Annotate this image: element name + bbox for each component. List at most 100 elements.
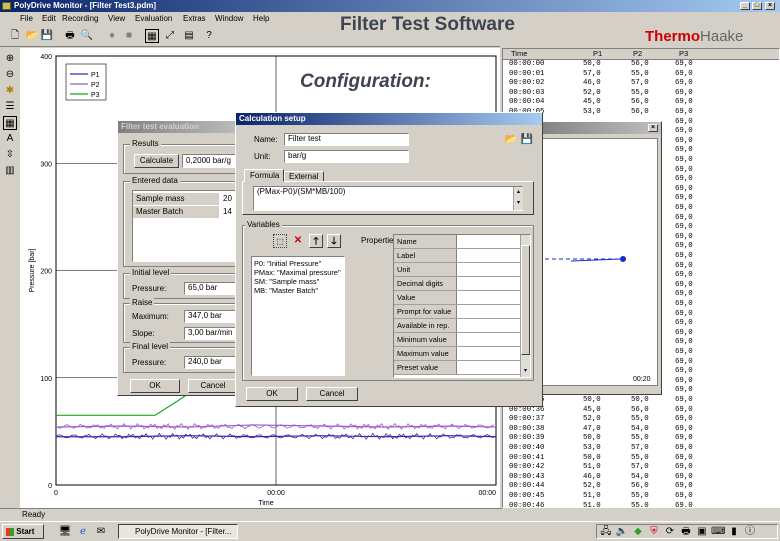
close-button[interactable]: × xyxy=(765,2,775,10)
eval-chart-close-button[interactable]: × xyxy=(648,124,658,132)
initial-pressure-field[interactable]: 65,0 bar xyxy=(184,282,239,295)
menu-window[interactable]: Window xyxy=(215,14,243,23)
final-pressure-field[interactable]: 240,0 bar xyxy=(184,356,239,369)
property-row[interactable]: Minimum value xyxy=(394,333,530,347)
menu-extras[interactable]: Extras xyxy=(183,14,206,23)
property-value[interactable] xyxy=(456,319,521,332)
table-row[interactable]: 00:00:00 50,0 56,0 69,0 xyxy=(503,60,773,70)
task-polydrive-button[interactable]: PolyDrive Monitor - [Filter... xyxy=(118,524,238,539)
zoom-out-icon[interactable]: ⊖ xyxy=(3,68,17,82)
property-row[interactable]: Unit xyxy=(394,263,530,277)
print-icon[interactable]: 🖶 xyxy=(63,29,77,43)
table-row[interactable]: 00:00:41 50,0 55,0 69,0 xyxy=(503,454,773,464)
property-row[interactable]: Available in rep. xyxy=(394,319,530,333)
save-formula-icon[interactable]: 💾 xyxy=(520,133,534,147)
table-row[interactable]: 00:00:01 57,0 55,0 69,0 xyxy=(503,70,773,80)
tray-battery-icon[interactable]: ▮ xyxy=(727,525,741,539)
tray-display-icon[interactable]: ▣ xyxy=(695,525,709,539)
axis-icon[interactable]: ▥ xyxy=(3,164,17,178)
quicklaunch-desktop-icon[interactable]: 🖥 xyxy=(58,525,72,539)
maximize-button[interactable]: □ xyxy=(752,2,762,10)
properties-scroll-thumb[interactable] xyxy=(521,245,530,355)
menu-evaluation[interactable]: Evaluation xyxy=(135,14,172,23)
property-value[interactable] xyxy=(456,235,521,248)
entered-row[interactable]: Sample mass 20 xyxy=(133,193,243,205)
table-row[interactable]: 00:00:3550,050,069,0 xyxy=(503,396,773,406)
table-row[interactable]: 00:00:36 45,0 56,0 69,0 xyxy=(503,406,773,416)
table-row[interactable]: 00:00:42 51,0 57,0 69,0 xyxy=(503,463,773,473)
marker-icon[interactable]: ✱ xyxy=(3,84,17,98)
property-row[interactable]: Prompt for value xyxy=(394,305,530,319)
list-icon[interactable]: ☰ xyxy=(3,100,17,114)
property-row[interactable]: Value xyxy=(394,291,530,305)
table-row[interactable]: 00:00:40 53,0 57,0 69,0 xyxy=(503,444,773,454)
formula-scrollbar[interactable]: ▴ ▾ xyxy=(513,187,523,210)
menu-edit[interactable]: Edit xyxy=(42,14,56,23)
calc-cancel-button[interactable]: Cancel xyxy=(306,387,358,401)
properties-scrollbar[interactable]: ▾ xyxy=(520,235,530,377)
property-value[interactable] xyxy=(456,347,521,360)
slope-field[interactable]: 3,00 bar/min xyxy=(184,327,239,340)
chart-view-icon[interactable]: ▦ xyxy=(145,29,159,43)
col-p1[interactable]: P1 xyxy=(593,49,602,58)
property-row[interactable]: Label xyxy=(394,249,530,263)
quicklaunch-mail-icon[interactable]: ✉ xyxy=(94,525,108,539)
calculate-button[interactable]: Calculate xyxy=(134,154,179,168)
unit-field[interactable]: bar/g xyxy=(284,150,409,163)
table-row[interactable]: 00:00:03 52,0 55,0 69,0 xyxy=(503,89,773,99)
tab-formula[interactable]: Formula xyxy=(244,169,284,182)
property-value[interactable] xyxy=(456,305,521,318)
grid-icon[interactable]: ▦ xyxy=(3,116,17,130)
record-icon[interactable]: ● xyxy=(105,29,119,43)
property-row[interactable]: Name xyxy=(394,235,530,249)
tray-update-icon[interactable]: ⟳ xyxy=(663,525,677,539)
tray-language-icon[interactable]: ⌨ xyxy=(711,525,725,539)
property-value[interactable] xyxy=(456,249,521,262)
maximum-field[interactable]: 347,0 bar xyxy=(184,310,239,323)
filter-eval-cancel-button[interactable]: Cancel xyxy=(188,379,238,393)
table-row[interactable]: 00:00:02 46,0 57,0 69,0 xyxy=(503,79,773,89)
delete-variable-icon[interactable]: ✕ xyxy=(291,234,305,248)
table-row[interactable]: 00:00:04 45,0 56,0 69,0 xyxy=(503,98,773,108)
formula-field[interactable]: (PMax-P0)/(SM*MB/100) xyxy=(253,186,523,211)
tray-info-icon[interactable]: ⓘ xyxy=(743,525,757,539)
property-row[interactable]: Preset value xyxy=(394,361,530,375)
tray-security-icon[interactable]: ⛨ xyxy=(647,525,661,539)
property-value[interactable] xyxy=(456,291,521,304)
scale-icon[interactable]: ⇳ xyxy=(3,148,17,162)
tray-volume-icon[interactable]: 🔈 xyxy=(615,525,629,539)
property-value[interactable] xyxy=(456,277,521,290)
property-row[interactable]: Maximum value xyxy=(394,347,530,361)
help-icon[interactable]: ? xyxy=(202,29,216,43)
zoom-icon[interactable]: ⤢ xyxy=(163,29,177,43)
property-value[interactable] xyxy=(456,263,521,276)
table-row[interactable]: 00:00:44 52,0 56,0 69,0 xyxy=(503,482,773,492)
table-row[interactable]: 00:00:46 51,0 55,0 69,0 xyxy=(503,502,773,507)
quicklaunch-browser-icon[interactable]: ℯ xyxy=(76,525,90,539)
col-p2[interactable]: P2 xyxy=(633,49,642,58)
table-row[interactable]: 00:00:45 51,0 55,0 69,0 xyxy=(503,492,773,502)
tray-printer-icon[interactable]: 🖶 xyxy=(679,525,693,539)
col-p3[interactable]: P3 xyxy=(679,49,688,58)
variable-item[interactable]: PMax: "Maximal pressure" xyxy=(254,268,341,277)
menu-help[interactable]: Help xyxy=(253,14,269,23)
variable-item[interactable]: MB: "Master Batch" xyxy=(254,286,318,295)
table-row[interactable]: 00:00:38 47,0 54,0 69,0 xyxy=(503,425,773,435)
scroll-down-icon[interactable]: ▾ xyxy=(521,367,530,376)
name-field[interactable]: Filter test xyxy=(284,133,409,146)
stop-icon[interactable]: ■ xyxy=(122,29,136,43)
minimize-button[interactable]: _ xyxy=(740,2,750,10)
entered-row[interactable]: Master Batch 14 xyxy=(133,206,243,218)
filter-eval-ok-button[interactable]: OK xyxy=(130,379,180,393)
move-up-icon[interactable]: 🡑 xyxy=(309,234,323,248)
open-formula-icon[interactable]: 📂 xyxy=(504,133,518,147)
property-value[interactable] xyxy=(456,361,521,374)
tray-network-icon[interactable]: 🖧 xyxy=(599,525,613,539)
tray-app-icon[interactable]: ◆ xyxy=(631,525,645,539)
table-row[interactable]: 00:00:43 46,0 54,0 69,0 xyxy=(503,473,773,483)
calc-ok-button[interactable]: OK xyxy=(246,387,298,401)
variable-item[interactable]: P0: "Initial Pressure" xyxy=(254,259,321,268)
col-time[interactable]: Time xyxy=(511,49,527,58)
start-button[interactable]: Start xyxy=(2,524,44,539)
text-icon[interactable]: A xyxy=(3,132,17,146)
